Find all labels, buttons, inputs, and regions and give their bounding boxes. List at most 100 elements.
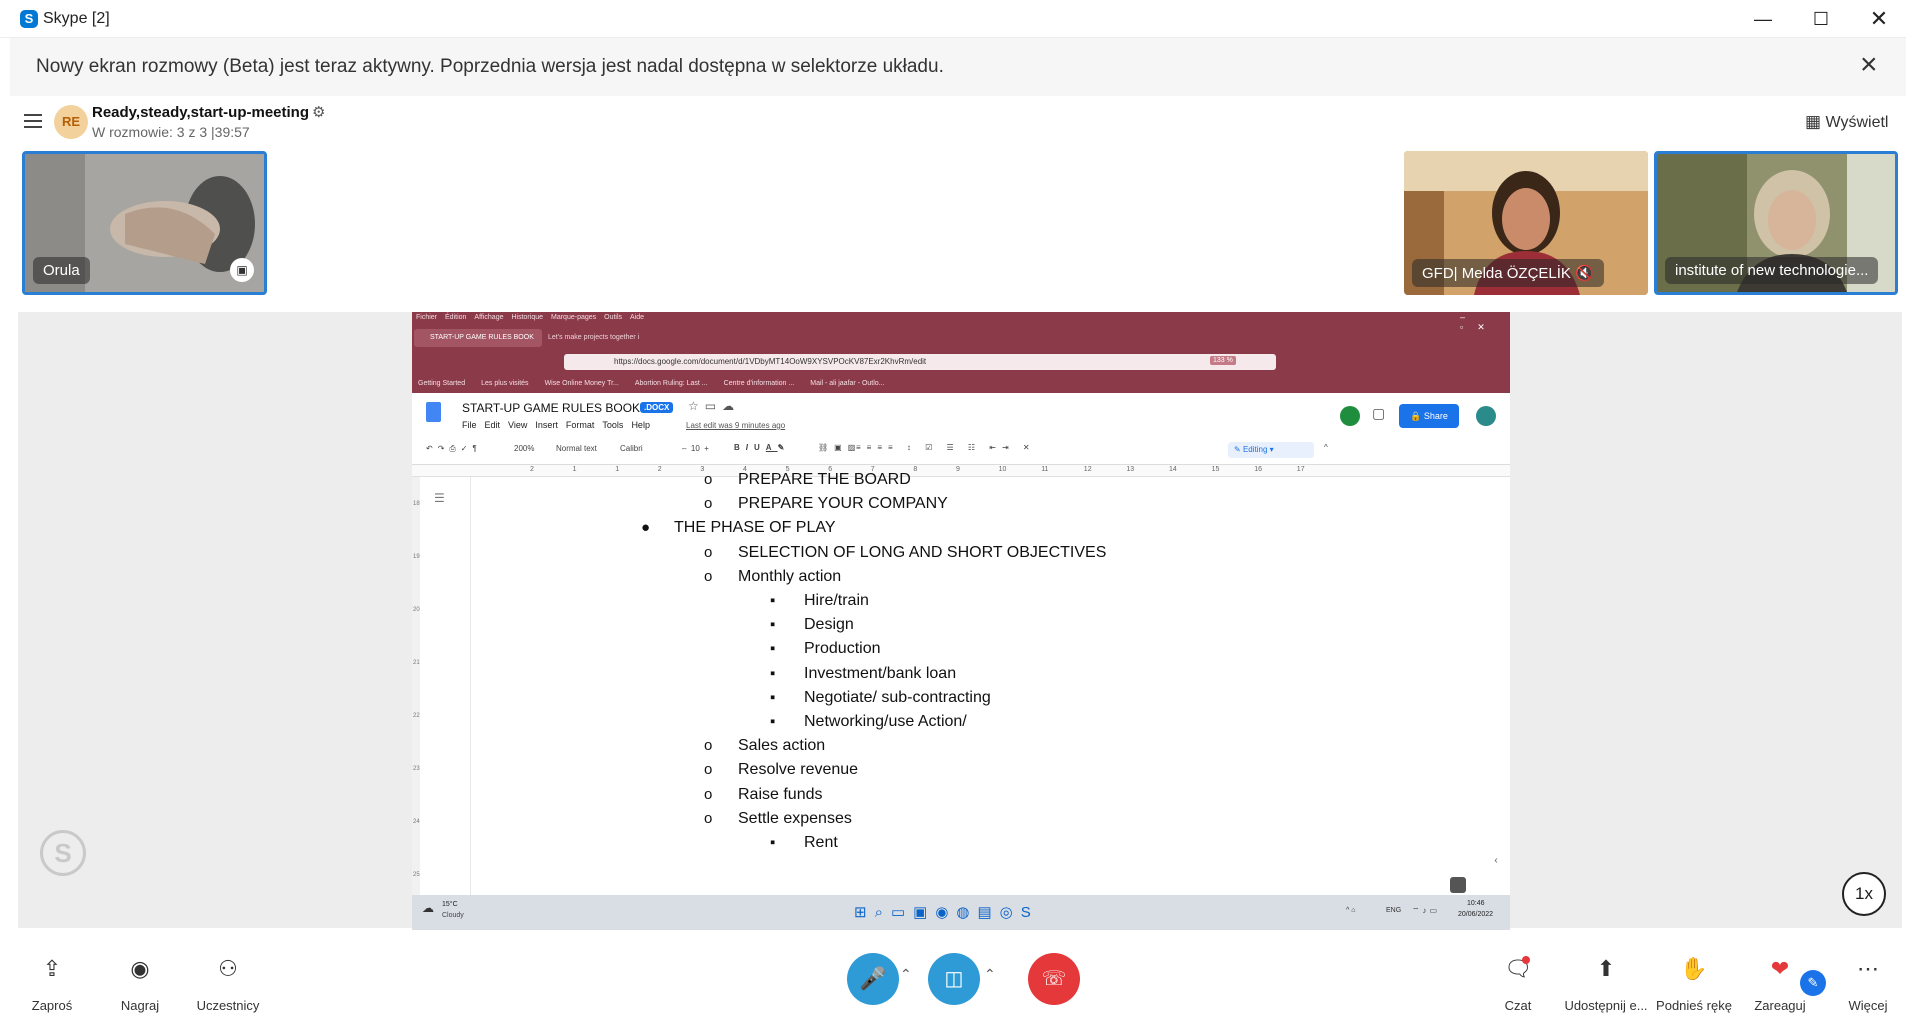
- chat-icon: 🗨: [1504, 956, 1532, 981]
- format-toolbar: ↶↷⎙✓¶ 200% Normal text Calibri – 10 + BI…: [426, 442, 1506, 460]
- weather-temp[interactable]: 15°C: [442, 901, 458, 908]
- bookmark-item[interactable]: Les plus visités: [481, 380, 528, 387]
- list-item[interactable]: Networking/use Action/: [804, 713, 967, 731]
- docs-logo-icon: [426, 402, 441, 422]
- list-item[interactable]: Resolve revenue: [738, 761, 858, 779]
- docs-menu-item[interactable]: Insert: [535, 420, 558, 430]
- raise-hand-button[interactable]: ✋ Podnieś rękę: [1646, 952, 1742, 1013]
- docs-menu-item[interactable]: Edit: [485, 420, 501, 430]
- docs-menu-item[interactable]: File: [462, 420, 477, 430]
- bookmark-item[interactable]: Abortion Ruling: Last ...: [635, 380, 708, 387]
- speed-badge[interactable]: 1x: [1842, 872, 1886, 916]
- list-item[interactable]: Raise funds: [738, 786, 823, 804]
- text-format-icons[interactable]: BIUA✎: [734, 443, 790, 452]
- editing-mode[interactable]: ✎ Editing ▾: [1228, 442, 1314, 458]
- bookmark-item[interactable]: Centre d'information ...: [724, 380, 795, 387]
- call-name[interactable]: Ready,steady,start-up-meeting: [92, 104, 309, 121]
- zoom-select[interactable]: 200%: [514, 444, 534, 453]
- video-options-chevron-icon[interactable]: ⌃: [984, 966, 996, 983]
- side-panel-toggle-icon[interactable]: ‹: [1489, 855, 1503, 869]
- comment-icon[interactable]: ▢: [1372, 405, 1385, 422]
- participants-button[interactable]: ⚇ Uczestnicy: [180, 952, 276, 1013]
- list-item[interactable]: Rent: [804, 834, 838, 852]
- participant-tile-melda[interactable]: GFD| Melda ÖZÇELİK 🔇: [1404, 151, 1648, 295]
- style-select[interactable]: Normal text: [556, 444, 597, 453]
- browser-menu-item[interactable]: Aide: [630, 314, 644, 321]
- participant-tile-institute[interactable]: institute of new technologie...: [1654, 151, 1898, 295]
- invite-button[interactable]: ⇪ Zaproś: [4, 952, 100, 1013]
- browser-menu-item[interactable]: Affichage: [474, 314, 503, 321]
- list-item[interactable]: PREPARE YOUR COMPANY: [738, 495, 948, 513]
- network-volume-icons[interactable]: ⌔♪▭: [1412, 906, 1440, 916]
- more-button[interactable]: ⋯ Więcej: [1820, 952, 1906, 1013]
- list-item[interactable]: PREPARE THE BOARD: [738, 471, 911, 489]
- muted-mic-icon: 🔇: [1575, 265, 1594, 282]
- shared-screen[interactable]: Fichier Édition Affichage Historique Marque-…: [412, 312, 1510, 930]
- menu-icon[interactable]: [24, 114, 42, 128]
- settings-icon[interactable]: ⚙: [312, 103, 325, 121]
- taskbar-app-icons[interactable]: ⊞⌕▭▣◉◍▤◎S: [854, 903, 1039, 921]
- browser-menu-item[interactable]: Outils: [604, 314, 622, 321]
- share-button[interactable]: 🔒 Share: [1399, 404, 1459, 428]
- share-screen-button[interactable]: ⬆ Udostępnij e...: [1558, 952, 1654, 1013]
- bookmark-item[interactable]: Getting Started: [418, 380, 465, 387]
- language[interactable]: ENG: [1386, 907, 1401, 914]
- account-avatar[interactable]: [1476, 406, 1496, 426]
- list-item[interactable]: Monthly action: [738, 568, 841, 586]
- list-item[interactable]: SELECTION OF LONG AND SHORT OBJECTIVES: [738, 544, 1106, 562]
- last-edit[interactable]: Last edit was 9 minutes ago: [686, 421, 785, 430]
- browser-menu-item[interactable]: Marque-pages: [551, 314, 596, 321]
- list-item[interactable]: Negotiate/ sub-contracting: [804, 689, 991, 707]
- close-icon[interactable]: ✕: [1850, 0, 1906, 38]
- browser-menu-item[interactable]: Édition: [445, 314, 466, 321]
- record-button[interactable]: ◉ Nagraj: [92, 952, 188, 1013]
- docs-menu-item[interactable]: Help: [631, 420, 650, 430]
- list-item[interactable]: Production: [804, 640, 881, 658]
- bookmark-item[interactable]: Mail - ali jaafar - Outlo...: [810, 380, 884, 387]
- list-item[interactable]: Investment/bank loan: [804, 665, 956, 683]
- explore-icon[interactable]: [1450, 877, 1466, 893]
- collapse-icon[interactable]: ^: [1324, 443, 1328, 452]
- banner-close-icon[interactable]: ×: [1860, 50, 1878, 80]
- list-item[interactable]: Hire/train: [804, 592, 869, 610]
- tray-icons[interactable]: ^ ⌂: [1346, 907, 1355, 914]
- insert-icons[interactable]: ⛓▣▨: [818, 443, 861, 452]
- browser-frame: Fichier Édition Affichage Historique Marque-…: [412, 312, 1510, 393]
- list-item[interactable]: THE PHASE OF PLAY: [674, 519, 836, 537]
- info-banner: Nowy ekran rozmowy (Beta) jest teraz akt…: [10, 38, 1906, 96]
- bookmark-item[interactable]: Wise Online Money Tr...: [545, 380, 619, 387]
- document-text[interactable]: o PREPARE THE BOARD o PREPARE YOUR COMPANY ●…: [412, 471, 1510, 895]
- browser-tab-active[interactable]: START-UP GAME RULES BOOK: [414, 329, 542, 347]
- browser-menu-item[interactable]: Fichier: [416, 314, 437, 321]
- docs-menu-item[interactable]: View: [508, 420, 527, 430]
- hang-up-button[interactable]: ☏: [1028, 953, 1080, 1005]
- minimize-icon[interactable]: —: [1734, 0, 1792, 38]
- list-item[interactable]: Settle expenses: [738, 810, 852, 828]
- avatar[interactable]: RE: [54, 105, 88, 139]
- participant-tile-orula[interactable]: Orula ▣: [22, 151, 267, 295]
- undo-redo-print-icons[interactable]: ↶↷⎙✓¶: [426, 444, 482, 454]
- browser-window-controls[interactable]: –▫✕: [1460, 312, 1510, 333]
- url-bar[interactable]: https://docs.google.com/document/d/1VDby…: [564, 354, 1276, 370]
- list-item[interactable]: Sales action: [738, 737, 825, 755]
- chat-button[interactable]: 🗨 Czat: [1470, 952, 1566, 1013]
- doc-title-icons[interactable]: ☆▭☁: [688, 399, 740, 413]
- browser-tab[interactable]: Let's make projects together i: [548, 334, 639, 341]
- align-icons[interactable]: ≡≡≡≡ ↕ ☑ ☰ ☷ ⇤⇥ ✕: [856, 443, 1036, 452]
- browser-menu-item[interactable]: Historique: [511, 314, 543, 321]
- clock-time[interactable]: 10:46: [1467, 900, 1485, 907]
- ruler-tick-label: 1: [615, 466, 620, 473]
- docs-menu-item[interactable]: Format: [566, 420, 595, 430]
- font-select[interactable]: Calibri: [620, 444, 643, 453]
- meet-icon[interactable]: [1340, 406, 1360, 426]
- grid-icon: ▦: [1805, 112, 1822, 131]
- list-item[interactable]: Design: [804, 616, 854, 634]
- maximize-icon[interactable]: ☐: [1792, 0, 1850, 38]
- docs-menu-item[interactable]: Tools: [602, 420, 623, 430]
- camera-button[interactable]: ◫: [928, 953, 980, 1005]
- doc-title[interactable]: START-UP GAME RULES BOOK: [462, 401, 640, 415]
- audio-options-chevron-icon[interactable]: ⌃: [900, 966, 912, 983]
- font-size[interactable]: – 10 +: [682, 444, 709, 453]
- microphone-button[interactable]: 🎤: [847, 953, 899, 1005]
- view-button[interactable]: ▦ Wyświetl: [1805, 112, 1888, 132]
